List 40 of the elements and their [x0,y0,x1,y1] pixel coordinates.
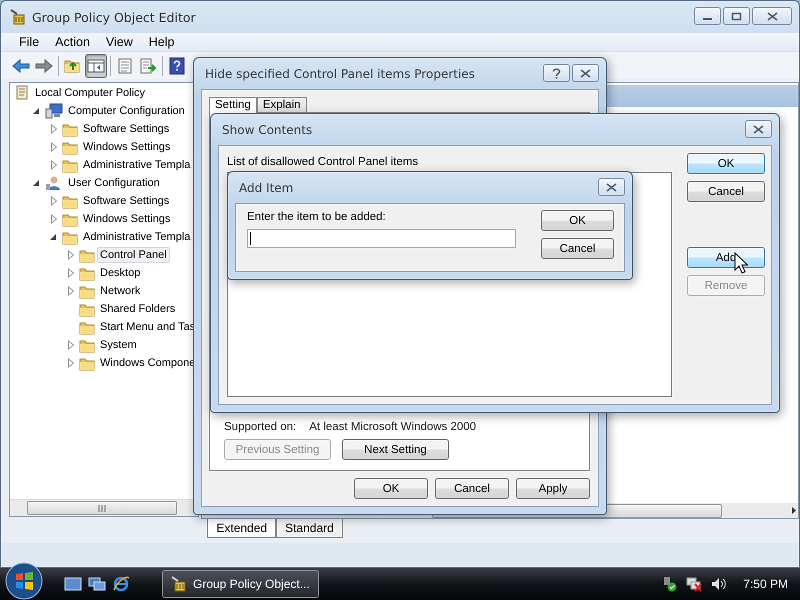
tree-item[interactable]: Computer Configuration [65,103,188,119]
supported-on-label: Supported on: [224,421,296,433]
tree-item[interactable]: System [97,337,140,353]
menu-item[interactable]: File [11,34,48,50]
dialog-button[interactable]: OK [354,478,428,499]
dialog-title: Add Item [239,181,294,195]
menu-item[interactable]: Action [47,34,98,50]
dialog-button[interactable]: OK [541,210,614,231]
tree-item[interactable]: Administrative Templa [80,157,194,173]
dialog-button[interactable]: Cancel [541,238,614,259]
dialog-button[interactable]: Cancel [687,181,765,202]
tree-item[interactable]: Desktop [97,265,144,281]
dialog-button[interactable]: Apply [516,478,590,499]
menu-item[interactable]: Help [140,34,182,50]
tree-item[interactable]: User Configuration [65,175,163,191]
view-tab[interactable]: Standard [276,519,343,538]
supported-on-value: At least Microsoft Windows 2000 [309,421,476,433]
dialog-button[interactable]: OK [687,153,765,174]
setting-button[interactable]: Next Setting [342,439,449,460]
tree-item[interactable]: Control Panel [97,247,170,263]
view-tab[interactable]: Extended [207,519,276,538]
menu-item[interactable]: View [98,34,141,50]
tree-item[interactable]: Local Computer Policy [32,85,148,101]
taskbar-button[interactable]: Group Policy Object... [162,570,319,598]
list-label: List of disallowed Control Panel items [227,156,420,168]
tree-item[interactable]: Administrative Templa [80,229,194,245]
tree-item[interactable]: Shared Folders [97,301,178,317]
prompt-label: Enter the item to be added: [247,211,387,223]
tree-item[interactable]: Windows Settings [80,139,174,155]
tree-item[interactable]: Software Settings [80,121,172,137]
tree-item[interactable]: Windows Settings [80,211,174,227]
dialog-title: Show Contents [222,123,312,137]
tab[interactable]: Setting [209,97,257,113]
clock[interactable]: 7:50 PM [743,577,788,591]
dialog-button[interactable]: Cancel [435,478,509,499]
window-title: Group Policy Object Editor [32,10,197,24]
dialog-title: Hide specified Control Panel items Properties [205,67,475,81]
tab[interactable]: Explain [256,97,307,112]
tree-item[interactable]: Software Settings [80,193,172,209]
tree-item[interactable]: Network [97,283,144,299]
